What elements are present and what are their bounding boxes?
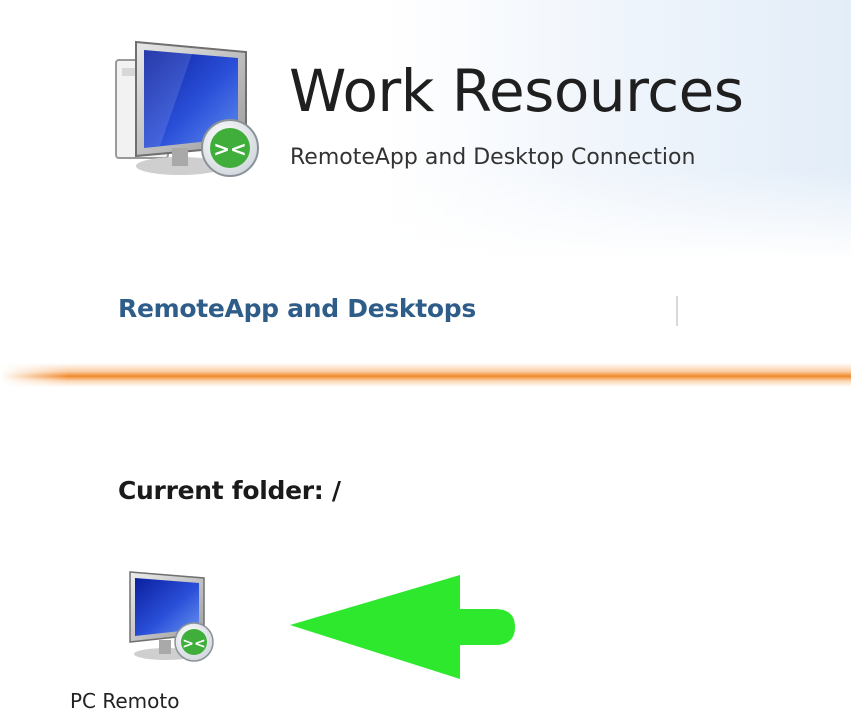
page-title: Work Resources xyxy=(289,57,744,125)
remote-desktop-computer-icon: >< xyxy=(115,40,259,177)
green-arrow-icon xyxy=(290,575,515,679)
current-folder-label: Current folder: / xyxy=(118,476,341,505)
list-item-label: PC Remoto xyxy=(70,689,180,713)
svg-text:><: >< xyxy=(182,636,205,652)
remote-desktop-computer-icon: >< xyxy=(129,571,214,662)
tab-remoteapp-and-desktops[interactable]: RemoteApp and Desktops xyxy=(118,292,476,326)
accent-divider xyxy=(0,363,851,387)
page-content: >< Work Resources RemoteApp and Desktop … xyxy=(0,0,851,717)
page-subtitle: RemoteApp and Desktop Connection xyxy=(290,145,696,170)
nav-divider xyxy=(676,296,678,326)
list-item-pc-remoto[interactable]: >< PC Remoto xyxy=(60,560,240,717)
svg-text:><: >< xyxy=(213,137,247,161)
